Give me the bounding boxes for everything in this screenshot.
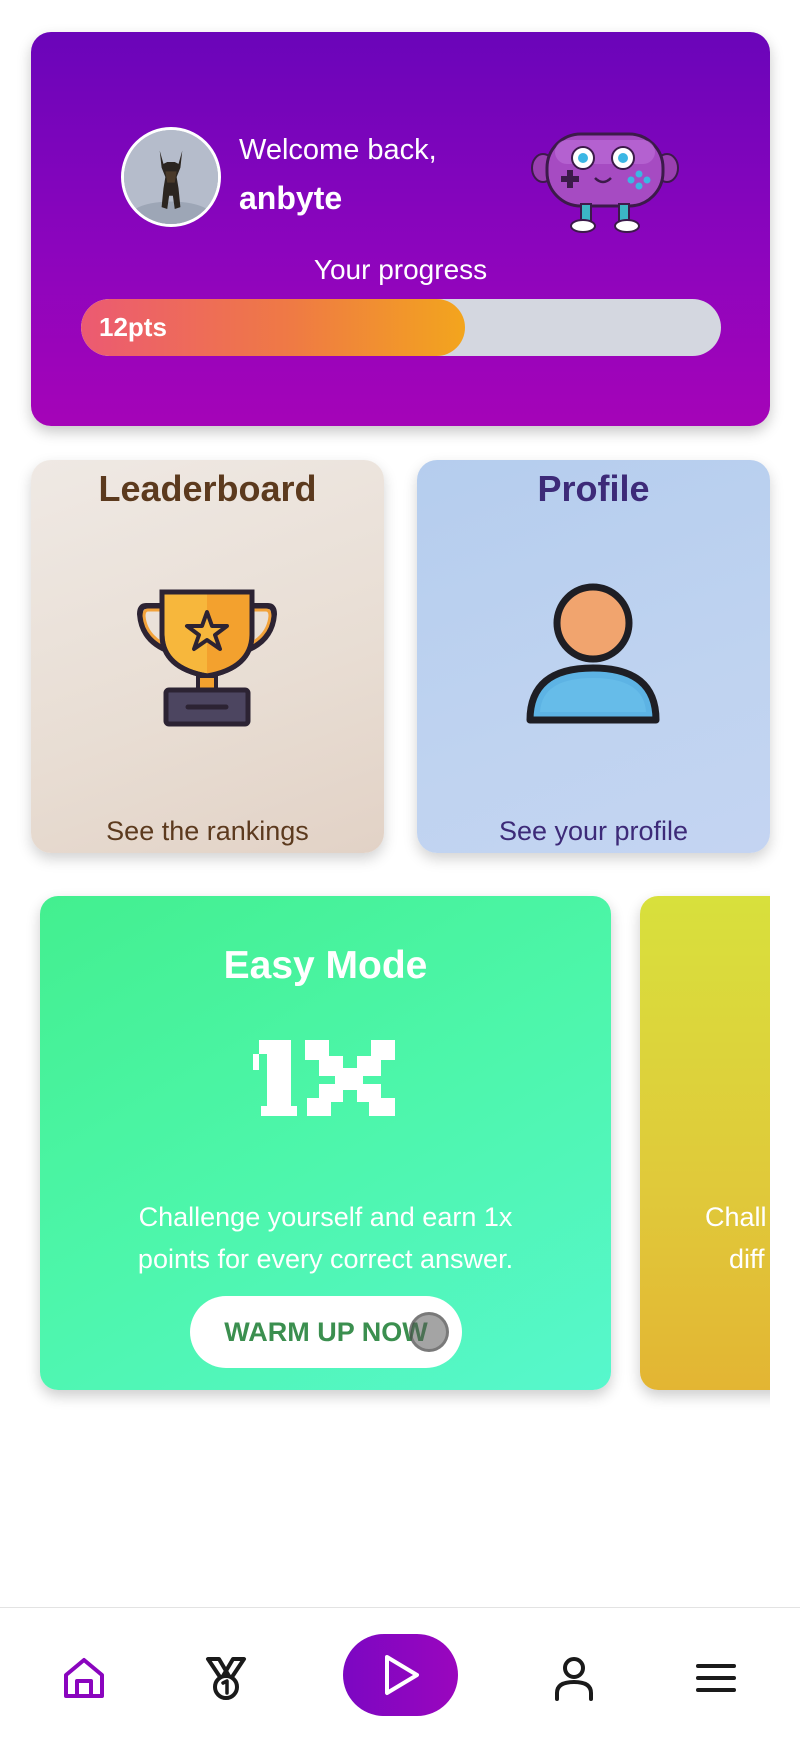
username: anbyte [239, 180, 343, 216]
easy-mode-description-line1: Challenge yourself and earn 1x [138, 1202, 513, 1232]
avatar[interactable] [121, 127, 221, 227]
trophy-icon [136, 589, 278, 727]
nav-leaderboard[interactable] [196, 1648, 256, 1708]
game-controller-mascot-icon [531, 132, 679, 233]
next-mode-description-line2: diff [729, 1244, 765, 1274]
progress-value: 12pts [99, 312, 167, 342]
leaderboard-subtitle: See the rankings [106, 816, 309, 846]
user-icon [555, 1657, 593, 1701]
profile-subtitle: See your profile [498, 816, 689, 846]
next-mode-description-line1: Chall [705, 1202, 767, 1232]
multiplier-1x-icon [253, 1040, 395, 1116]
easy-mode-title: Easy Mode [223, 944, 428, 987]
profile-card[interactable]: Profile See your profile [417, 460, 770, 853]
nav-home[interactable] [54, 1648, 114, 1708]
touch-indicator [409, 1312, 449, 1352]
nav-play-button[interactable] [343, 1634, 458, 1716]
easy-mode-card[interactable]: Easy Mode Challenge yourself and earn 1x… [40, 896, 611, 1390]
leaderboard-title: Leaderboard [98, 468, 317, 509]
next-mode-card[interactable]: Chall diff [640, 896, 770, 1390]
menu-icon [696, 1664, 736, 1692]
progress-bar: 12pts [81, 299, 721, 356]
home-icon [64, 1658, 104, 1698]
easy-mode-description: Challenge yourself and earn 1x points fo… [90, 1196, 561, 1280]
leaderboard-card[interactable]: Leaderboard See the rankings [31, 460, 384, 853]
mode-carousel[interactable]: Easy Mode Challenge yourself and earn 1x… [0, 880, 770, 1420]
person-icon [526, 583, 660, 724]
nav-menu[interactable] [686, 1648, 746, 1708]
welcome-greeting: Welcome back, [239, 134, 437, 166]
welcome-card: Welcome back, anbyte Your progress 12pts [31, 32, 770, 426]
nav-profile[interactable] [544, 1648, 604, 1708]
next-mode-description: Chall diff [705, 1196, 770, 1280]
profile-title: Profile [537, 468, 650, 509]
bottom-navigation [0, 1607, 800, 1739]
dog-photo [124, 130, 218, 224]
easy-mode-description-line2: points for every correct answer. [137, 1244, 514, 1274]
progress-label: Your progress [313, 254, 488, 285]
play-icon [384, 1655, 419, 1695]
medal-icon [206, 1657, 246, 1700]
